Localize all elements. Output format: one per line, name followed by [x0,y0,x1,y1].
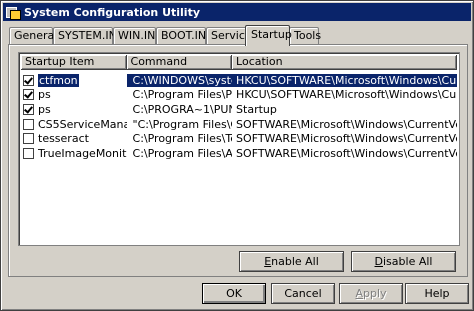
tab-system-ini[interactable]: SYSTEM.INI [53,27,120,44]
startup-checkbox[interactable] [23,89,34,101]
startup-item-name: ctfmon [38,73,79,87]
apply-button[interactable]: Apply [339,283,403,304]
tab-startup[interactable]: Startup [245,25,292,46]
column-header-command[interactable]: Command [126,55,233,70]
title-bar[interactable]: System Configuration Utility [3,3,471,21]
column-header-location[interactable]: Location [232,55,457,70]
list-header: Startup Item Command Location [21,55,457,70]
startup-panel: Startup Item Command Location ctfmon C:\… [8,44,468,277]
list-row[interactable]: CS5ServiceManager "C:\Program Files\Com.… [21,117,457,132]
startup-item-name: ps [38,102,51,116]
startup-checkbox[interactable] [23,133,34,145]
startup-item-location: SOFTWARE\Microsoft\Windows\CurrentVersio… [236,146,457,160]
startup-item-command: "C:\Program Files\Com... [132,117,233,131]
startup-checkbox[interactable] [23,74,34,86]
list-row[interactable]: ps C:\PROGRA~1\PUNT... Startup [21,102,457,117]
startup-checkbox[interactable] [23,103,34,115]
startup-item-location: SOFTWARE\Microsoft\Windows\CurrentVersio… [236,117,457,131]
tab-tools[interactable]: Tools [289,27,321,44]
startup-item-command: C:\PROGRA~1\PUNT... [132,102,233,116]
list-rows: ctfmon C:\WINDOWS\system... HKCU\SOFTWAR… [21,73,457,161]
tab-win-ini[interactable]: WIN.INI [113,27,159,44]
startup-item-command: C:\Program Files\Tess... [132,132,233,146]
startup-item-name: TrueImageMonitor [38,146,127,160]
startup-item-name: ps [38,88,51,102]
list-row[interactable]: ps C:\Program Files\Punt... HKCU\SOFTWAR… [21,88,457,103]
startup-list[interactable]: Startup Item Command Location ctfmon C:\… [18,52,460,246]
enable-all-button[interactable]: Enable All [239,251,344,272]
tab-services[interactable]: Services [206,27,257,44]
window-title: System Configuration Utility [24,5,200,19]
startup-checkbox[interactable] [23,147,34,159]
startup-item-name: CS5ServiceManager [38,117,127,131]
startup-item-location: Startup [236,102,277,116]
msconfig-icon [6,6,21,20]
startup-item-location: HKCU\SOFTWARE\Microsoft\Windows\CurrentV… [232,73,457,87]
disable-all-button[interactable]: Disable All [351,251,456,272]
column-header-startup-item[interactable]: Startup Item [21,55,127,70]
tab-general[interactable]: General [9,27,57,44]
system-configuration-window: System Configuration Utility General SYS… [0,0,474,311]
help-button[interactable]: Help [405,283,469,304]
ok-button[interactable]: OK [202,283,266,304]
startup-item-name: tesseract [38,132,89,146]
cancel-button[interactable]: Cancel [271,283,335,304]
startup-item-location: HKCU\SOFTWARE\Microsoft\Windows\CurrentV… [236,88,457,102]
startup-item-command: C:\Program Files\Punt... [132,88,233,102]
tab-boot-ini[interactable]: BOOT.INI [156,27,209,44]
list-row[interactable]: tesseract C:\Program Files\Tess... SOFTW… [21,131,457,146]
startup-checkbox[interactable] [23,118,34,130]
list-row[interactable]: ctfmon C:\WINDOWS\system... HKCU\SOFTWAR… [21,73,457,88]
list-row[interactable]: TrueImageMonitor C:\Program Files\Acro..… [21,146,457,161]
startup-item-command: C:\WINDOWS\system... [126,73,233,87]
startup-item-location: SOFTWARE\Microsoft\Windows\CurrentVersio… [236,132,457,146]
startup-item-command: C:\Program Files\Acro... [132,146,233,160]
tab-strip: General SYSTEM.INI WIN.INI BOOT.INI Serv… [9,25,469,46]
